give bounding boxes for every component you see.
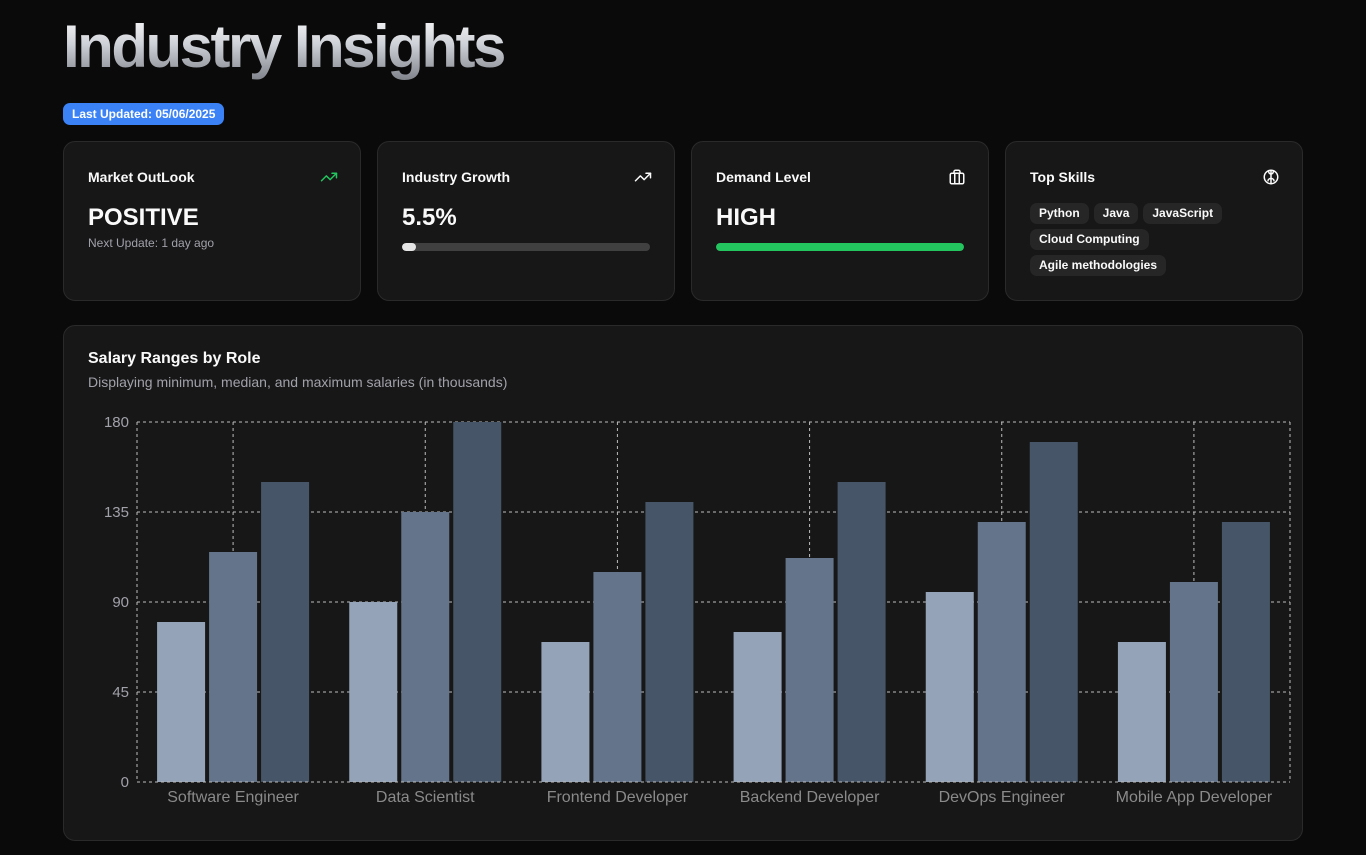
x-tick-label: Mobile App Developer [1116, 789, 1273, 806]
trending-up-icon [320, 172, 338, 182]
x-tick-label: Backend Developer [740, 789, 880, 806]
skills-list: Python Java JavaScript Cloud Computing A… [1030, 203, 1280, 276]
x-tick-label: DevOps Engineer [939, 789, 1066, 806]
y-tick-label: 180 [104, 414, 129, 431]
market-outlook-title: Market OutLook [88, 169, 195, 185]
demand-level-card: Demand Level HIGH [691, 141, 989, 301]
skill-chip: JavaScript [1143, 203, 1223, 224]
y-tick-label: 45 [112, 684, 129, 701]
salary-bar [401, 512, 450, 782]
y-tick-label: 90 [112, 594, 129, 611]
demand-progress-fill [716, 243, 964, 251]
salary-bar [1117, 642, 1166, 782]
salary-bar [785, 558, 834, 782]
salary-bar [733, 632, 782, 782]
brain-icon [1263, 169, 1279, 185]
salary-bar [541, 642, 590, 782]
market-outlook-value: POSITIVE [88, 204, 199, 231]
y-tick-label: 0 [121, 774, 129, 791]
salary-bar [977, 522, 1026, 782]
salary-bar [1221, 522, 1270, 782]
industry-growth-card: Industry Growth 5.5% [377, 141, 675, 301]
industry-growth-title: Industry Growth [402, 169, 511, 185]
growth-progress-fill [402, 243, 416, 251]
demand-progress-bar [716, 243, 964, 251]
salary-bar [645, 502, 694, 782]
salary-bar [157, 622, 206, 782]
demand-level-value: HIGH [716, 204, 776, 231]
demand-level-title: Demand Level [716, 169, 811, 185]
skill-chip: Java [1093, 203, 1139, 224]
salary-chart-card: Salary Ranges by Role Displaying minimum… [63, 325, 1303, 841]
x-tick-label: Data Scientist [376, 789, 475, 806]
page-title: Industry Insights [63, 13, 506, 80]
trending-up-icon [634, 172, 652, 182]
salary-bar [209, 552, 258, 782]
x-tick-label: Frontend Developer [547, 789, 689, 806]
salary-bar [1169, 582, 1218, 782]
salary-bar [453, 422, 502, 782]
salary-bar [593, 572, 642, 782]
salary-bar [1029, 442, 1078, 782]
skill-chip: Cloud Computing [1030, 229, 1149, 250]
y-tick-label: 135 [104, 504, 129, 521]
market-outlook-card: Market OutLook POSITIVE Next Update: 1 d… [63, 141, 361, 301]
next-update-text: Next Update: 1 day ago [88, 236, 215, 250]
salary-bar [925, 592, 974, 782]
salary-bar [261, 482, 310, 782]
briefcase-icon [949, 169, 965, 185]
x-tick-label: Software Engineer [167, 789, 299, 806]
top-skills-title: Top Skills [1030, 169, 1096, 185]
growth-progress-bar [402, 243, 650, 251]
salary-bar-chart: 0 45 90 135 180 Software Engineer Data Scienti… [104, 414, 1291, 806]
last-updated-badge: Last Updated: 05/06/2025 [63, 103, 225, 125]
salary-bar [349, 602, 398, 782]
top-skills-card: Top Skills Python Java JavaScript Cloud … [1005, 141, 1303, 301]
skill-chip: Python [1030, 203, 1089, 224]
salary-bar [837, 482, 886, 782]
skill-chip: Agile methodologies [1030, 255, 1167, 276]
industry-growth-value: 5.5% [402, 204, 457, 231]
